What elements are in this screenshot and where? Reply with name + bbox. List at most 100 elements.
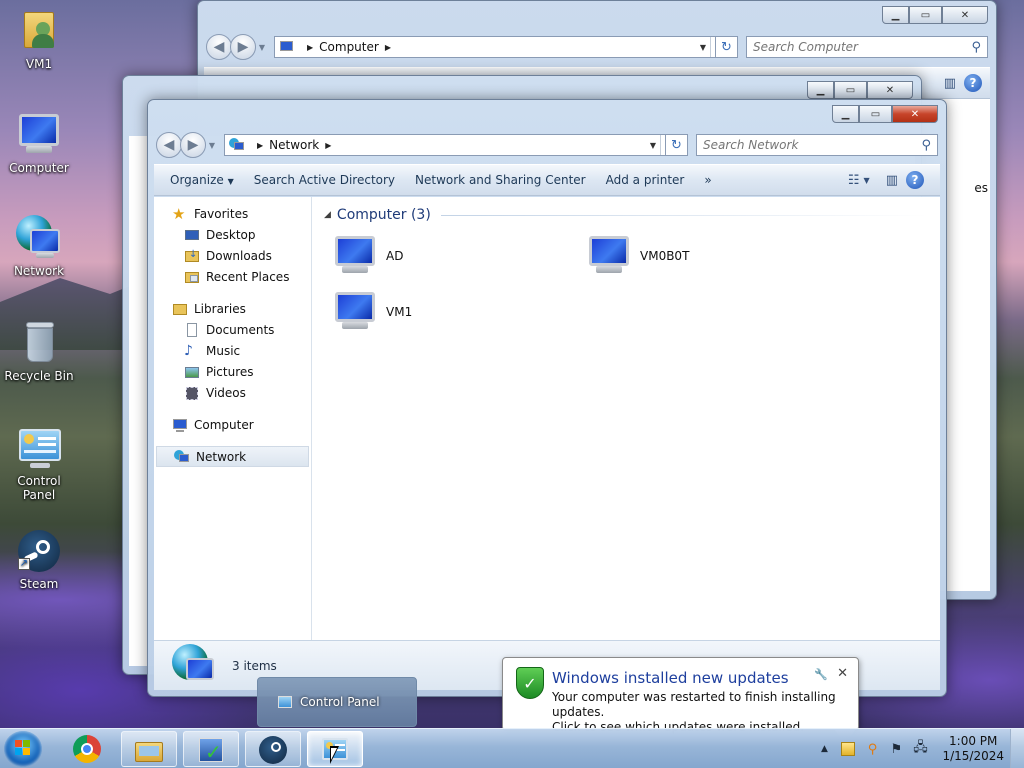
address-dropdown-icon[interactable]: ▼	[696, 37, 711, 57]
breadcrumb-arrow-icon[interactable]: ▶	[325, 141, 331, 150]
back-button[interactable]: ◀	[206, 34, 232, 60]
computer-icon	[172, 418, 188, 432]
address-bar[interactable]: ▶ Network ▶ ▼	[224, 134, 666, 156]
network-icon	[174, 449, 190, 464]
windows-update-icon[interactable]	[839, 740, 857, 758]
nav-documents[interactable]: Documents	[154, 319, 311, 340]
taskbar-thumbnail-control-panel[interactable]: Control Panel	[257, 677, 417, 727]
nav-libraries[interactable]: Libraries	[154, 298, 311, 319]
minimize-button[interactable]: ▁	[832, 105, 859, 123]
address-dropdown-icon[interactable]: ▼	[646, 135, 661, 155]
more-commands-button[interactable]: »	[698, 173, 725, 187]
chrome-icon	[73, 735, 101, 763]
desktop-icon-computer[interactable]: Computer	[0, 112, 78, 175]
minimize-button[interactable]: ▁	[882, 6, 909, 24]
preview-pane-icon[interactable]: ▥	[944, 76, 956, 91]
add-printer-button[interactable]: Add a printer	[600, 173, 699, 187]
recent-pages-icon[interactable]: ▼	[206, 141, 218, 150]
network-tray-icon[interactable]: 🖧	[911, 740, 929, 758]
recent-pages-icon[interactable]: ▼	[256, 43, 268, 52]
network-icon	[16, 215, 62, 261]
nav-favorites[interactable]: ★ Favorites	[154, 203, 311, 224]
taskbar-steam[interactable]	[245, 731, 301, 767]
help-icon[interactable]: ?	[906, 171, 924, 189]
show-hidden-icons-icon[interactable]: ▲	[815, 740, 833, 758]
refresh-icon[interactable]: ↻	[666, 134, 688, 156]
search-input[interactable]	[703, 138, 922, 152]
command-bar: Organize ▼ Search Active Directory Netwo…	[154, 164, 940, 196]
close-icon[interactable]: ✕	[837, 666, 848, 681]
taskbar: ✓ ▲ ⚲ ⚑ 🖧 1:00 PM 1/15/2024	[0, 728, 1024, 768]
search-icon[interactable]: ⚲	[921, 138, 931, 153]
search-box[interactable]: ⚲	[696, 134, 938, 156]
view-dropdown-icon[interactable]: ▼	[864, 176, 870, 185]
breadcrumb-network[interactable]: Network	[269, 138, 319, 152]
search-icon[interactable]: ⚲	[971, 40, 981, 55]
desktop-icon-label: Recycle Bin	[4, 369, 74, 383]
start-button[interactable]	[4, 731, 42, 767]
clock[interactable]: 1:00 PM 1/15/2024	[942, 734, 1004, 764]
search-input[interactable]	[753, 40, 972, 54]
preview-pane-icon[interactable]: ▥	[886, 173, 898, 188]
help-icon[interactable]: ?	[964, 74, 982, 92]
network-item-ad[interactable]: AD	[332, 234, 403, 278]
collapse-group-icon[interactable]: ◢	[324, 210, 331, 220]
minimize-button[interactable]: ▁	[807, 81, 834, 99]
taskbar-app-checklist[interactable]: ✓	[183, 731, 239, 767]
search-active-directory-button[interactable]: Search Active Directory	[248, 173, 409, 187]
maximize-button[interactable]: ▭	[834, 81, 867, 99]
close-button[interactable]: ✕	[892, 105, 938, 123]
refresh-icon[interactable]: ↻	[716, 36, 738, 58]
network-window[interactable]: ▁ ▭ ✕ ◀ ▶ ▼ ▶ Network ▶ ▼ ↻ ⚲	[147, 99, 947, 697]
back-button[interactable]: ◀	[156, 132, 182, 158]
maximize-button[interactable]: ▭	[859, 105, 892, 123]
breadcrumb-arrow-icon[interactable]: ▶	[307, 43, 313, 52]
search-box[interactable]: ⚲	[746, 36, 988, 58]
show-desktop-button[interactable]	[1010, 729, 1024, 768]
desktop-icon-network[interactable]: Network	[0, 215, 78, 278]
pictures-icon	[184, 365, 200, 379]
close-button[interactable]: ✕	[867, 81, 913, 99]
network-sharing-center-button[interactable]: Network and Sharing Center	[409, 173, 600, 187]
taskbar-file-explorer[interactable]	[121, 731, 177, 767]
nav-music[interactable]: ♪ Music	[154, 340, 311, 361]
shield-check-icon: ✓	[516, 667, 544, 699]
nav-computer[interactable]: Computer	[154, 414, 311, 435]
desktop-icon-label: Network	[13, 264, 65, 278]
network-item-vm1[interactable]: VM1	[332, 290, 412, 334]
address-bar[interactable]: ▶ Computer ▶ ▼	[274, 36, 716, 58]
group-header[interactable]: ◢ Computer (3)	[324, 205, 928, 225]
network-small-icon	[229, 138, 245, 152]
item-label: AD	[386, 249, 404, 263]
desktop-icon-steam[interactable]: ↗ Steam	[0, 528, 78, 591]
nav-pictures[interactable]: Pictures	[154, 361, 311, 382]
taskbar-chrome[interactable]	[60, 731, 116, 767]
network-item-vm0b0t[interactable]: VM0B0T	[586, 234, 689, 278]
forward-button[interactable]: ▶	[180, 132, 206, 158]
nav-desktop[interactable]: Desktop	[154, 224, 311, 245]
nav-recent-places[interactable]: Recent Places	[154, 266, 311, 287]
desktop-icon-label: Computer	[9, 161, 69, 175]
nav-label: Favorites	[194, 206, 249, 221]
nav-label: Computer	[194, 417, 254, 432]
nav-downloads[interactable]: ↓ Downloads	[154, 245, 311, 266]
update-notification[interactable]: ✓ Windows installed new updates Your com…	[502, 657, 859, 744]
desktop-icon-recycle-bin[interactable]: Recycle Bin	[0, 320, 78, 383]
options-icon[interactable]: 🔧	[814, 668, 828, 681]
nav-network[interactable]: Network	[156, 446, 309, 467]
search-orange-icon[interactable]: ⚲	[863, 740, 881, 758]
breadcrumb-arrow-icon[interactable]: ▶	[385, 43, 391, 52]
desktop-icon-vm1[interactable]: VM1	[0, 8, 78, 71]
breadcrumb-arrow-icon[interactable]: ▶	[257, 141, 263, 150]
forward-button[interactable]: ▶	[230, 34, 256, 60]
desktop-icon-control-panel[interactable]: Control Panel	[0, 425, 78, 502]
maximize-button[interactable]: ▭	[909, 6, 942, 24]
network-nav-row: ◀ ▶ ▼ ▶ Network ▶ ▼ ↻ ⚲	[156, 132, 938, 158]
change-view-icon[interactable]: ☷	[848, 173, 860, 188]
nav-videos[interactable]: Videos	[154, 382, 311, 403]
close-button[interactable]: ✕	[942, 6, 988, 24]
breadcrumb-computer[interactable]: Computer	[319, 40, 379, 54]
action-center-flag-icon[interactable]: ⚑	[887, 740, 905, 758]
content-pane: ◢ Computer (3) AD VM0B0T VM1	[312, 197, 940, 640]
organize-button[interactable]: Organize ▼	[164, 173, 248, 187]
